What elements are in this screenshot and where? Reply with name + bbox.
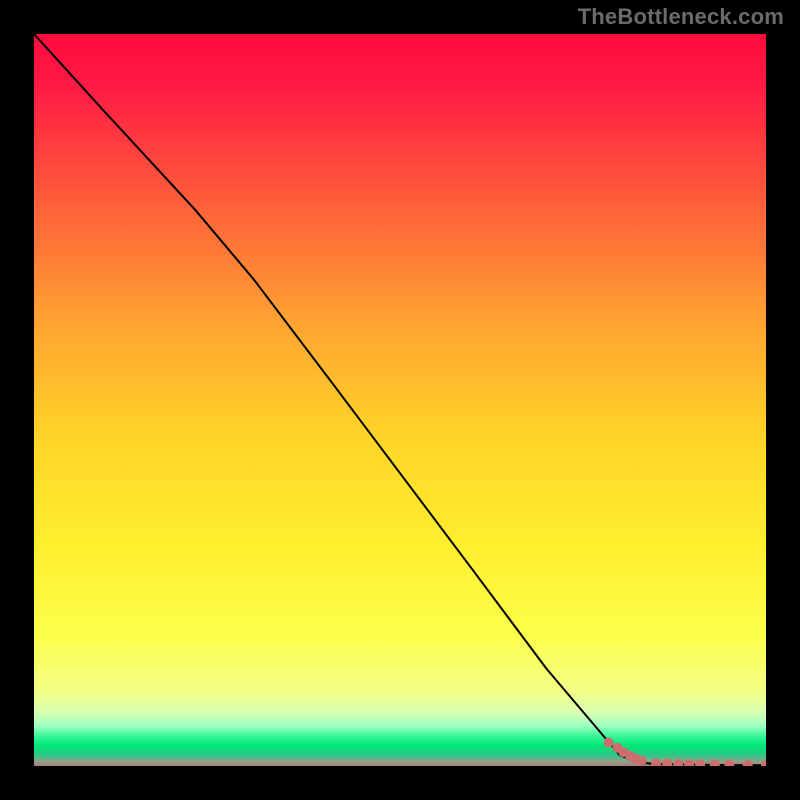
marker-dot [604, 738, 614, 748]
chart-svg [34, 34, 766, 766]
marker-dot [637, 756, 647, 766]
chart-plot [34, 34, 766, 766]
watermark-label: TheBottleneck.com [578, 4, 784, 30]
gradient-background [34, 34, 766, 766]
chart-frame: TheBottleneck.com [0, 0, 800, 800]
